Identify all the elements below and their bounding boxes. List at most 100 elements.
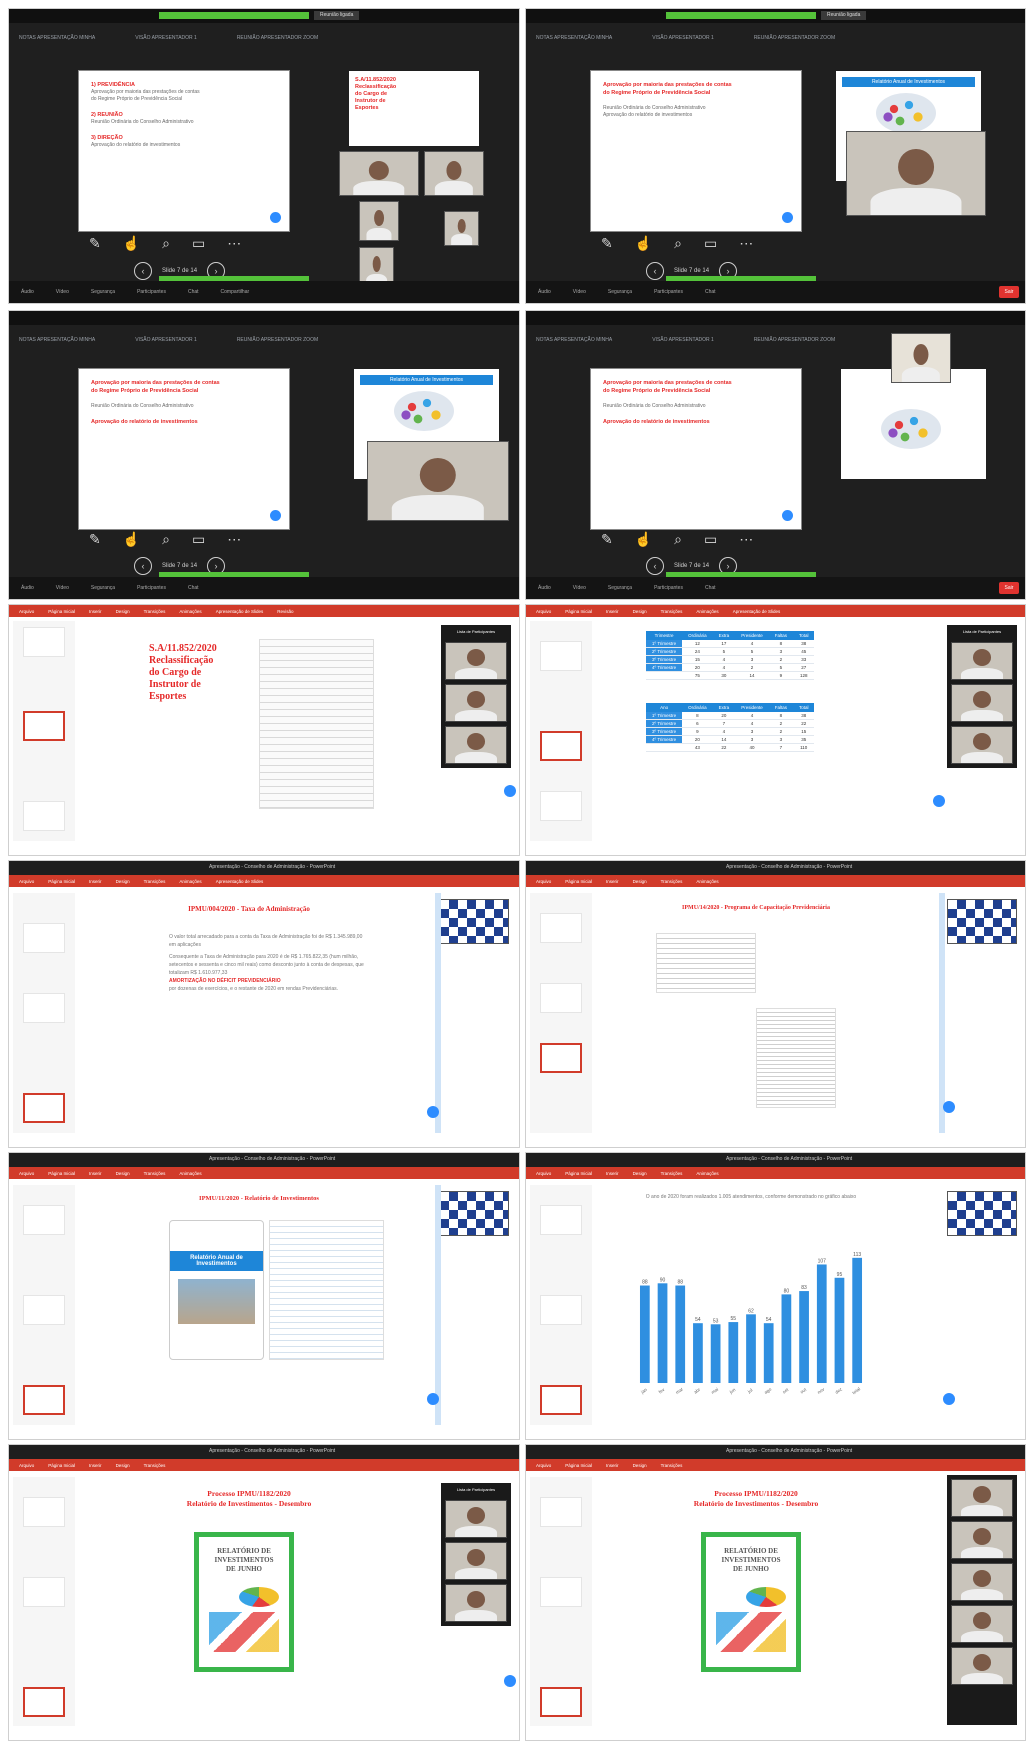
ribbon-insert[interactable]: Inserir [606,879,619,884]
toolbar-audio[interactable]: Áudio [538,289,551,295]
slide-thumb-selected[interactable] [540,1687,582,1717]
slide-thumb-selected[interactable] [540,1043,582,1073]
toolbar-chat[interactable]: Chat [705,585,716,591]
slide-thumb[interactable] [23,627,65,657]
pointer-icon[interactable]: ☝ [635,235,652,252]
ribbon-insert[interactable]: Inserir [606,1463,619,1468]
screen-icon[interactable]: ▭ [192,531,205,548]
slide-thumb[interactable] [23,993,65,1023]
ribbon-transitions[interactable]: Transições [661,1463,683,1468]
toolbar-video[interactable]: Vídeo [56,585,69,591]
ribbon-home[interactable]: Página Inicial [48,609,75,614]
toolbar-video[interactable]: Vídeo [56,289,69,295]
ribbon-transitions[interactable]: Transições [144,879,166,884]
participant-video[interactable] [445,684,507,722]
toolbar-video[interactable]: Vídeo [573,585,586,591]
ribbon-home[interactable]: Página Inicial [565,1171,592,1176]
ribbon-file[interactable]: Arquivo [19,879,34,884]
toolbar-chat[interactable]: Chat [188,289,199,295]
ribbon-file[interactable]: Arquivo [536,1171,551,1176]
tab-presenter-view[interactable]: VISÃO APRESENTADOR 1 [652,35,714,41]
slide-thumb[interactable] [540,1295,582,1325]
toolbar-security[interactable]: Segurança [608,585,632,591]
participant-video[interactable] [445,1500,507,1538]
toolbar-chat[interactable]: Chat [705,289,716,295]
toolbar-security[interactable]: Segurança [608,289,632,295]
ribbon-transitions[interactable]: Transições [144,609,166,614]
slide-thumb[interactable] [23,1295,65,1325]
tab-presenter-view[interactable]: VISÃO APRESENTADOR 1 [135,35,197,41]
toolbar-participants[interactable]: Participantes [654,289,683,295]
participant-video[interactable] [339,151,419,196]
pen-icon[interactable]: ✎ [601,235,613,252]
toolbar-participants[interactable]: Participantes [137,289,166,295]
ribbon-insert[interactable]: Inserir [606,1171,619,1176]
ribbon-design[interactable]: Design [633,1463,647,1468]
zoom-icon[interactable]: ⌕ [674,235,682,252]
screen-icon[interactable]: ▭ [704,235,717,252]
tab-presenter-view[interactable]: VISÃO APRESENTADOR 1 [135,337,197,343]
meeting-control-icon[interactable] [933,795,945,807]
presenter-video[interactable] [947,1191,1017,1236]
slide-thumb[interactable] [23,1497,65,1527]
tab-notes[interactable]: NOTAS APRESENTAÇÃO MINHA [536,337,612,343]
meeting-control-icon[interactable] [504,1675,516,1687]
ribbon-file[interactable]: Arquivo [536,879,551,884]
pointer-icon[interactable]: ☝ [123,531,140,548]
vertical-scrollbar[interactable] [939,893,945,1133]
prev-slide-icon[interactable]: ‹ [646,262,664,280]
toolbar-participants[interactable]: Participantes [654,585,683,591]
ribbon-animations[interactable]: Animações [179,879,201,884]
participant-video[interactable] [424,151,484,196]
slide-thumb[interactable] [540,1577,582,1607]
toolbar-share[interactable]: Compartilhar [221,289,250,295]
slide-thumb[interactable] [23,1577,65,1607]
ribbon-slideshow[interactable]: Apresentação de Slides [216,879,264,884]
pen-icon[interactable]: ✎ [601,531,613,548]
ribbon-design[interactable]: Design [116,879,130,884]
presenter-video[interactable] [439,1191,509,1236]
ribbon-home[interactable]: Página Inicial [565,1463,592,1468]
slide-thumb-selected[interactable] [540,1385,582,1415]
ribbon-animations[interactable]: Animações [179,609,201,614]
meeting-control-icon[interactable] [943,1393,955,1405]
participant-video[interactable] [359,201,399,241]
slide-action-icon[interactable] [782,212,793,223]
tab-notes[interactable]: NOTAS APRESENTAÇÃO MINHA [536,35,612,41]
slide-thumb[interactable] [540,641,582,671]
ribbon-insert[interactable]: Inserir [606,609,619,614]
vertical-scrollbar[interactable] [435,1185,441,1425]
slide-action-icon[interactable] [270,510,281,521]
participant-video[interactable] [951,1479,1013,1517]
ribbon-insert[interactable]: Inserir [89,1463,102,1468]
toolbar-security[interactable]: Segurança [91,585,115,591]
next-slide-thumb[interactable]: S.A/11.852/2020 Reclassificação do Cargo… [349,71,479,146]
slide-thumb-selected[interactable] [23,711,65,741]
toolbar-video[interactable]: Vídeo [573,289,586,295]
ribbon-slideshow[interactable]: Apresentação de Slides [733,609,781,614]
next-slide-thumb[interactable] [841,369,986,479]
ribbon-design[interactable]: Design [116,1463,130,1468]
participant-video[interactable] [951,684,1013,722]
slide-thumb-selected[interactable] [540,731,582,761]
ribbon-animations[interactable]: Animações [179,1171,201,1176]
ribbon-file[interactable]: Arquivo [19,609,34,614]
slide-thumb-selected[interactable] [23,1385,65,1415]
prev-slide-icon[interactable]: ‹ [646,557,664,575]
ribbon-insert[interactable]: Inserir [89,609,102,614]
participant-video[interactable] [445,1542,507,1580]
participant-video[interactable] [445,642,507,680]
ribbon-insert[interactable]: Inserir [89,879,102,884]
more-icon[interactable]: ⋯ [739,235,753,252]
slide-action-icon[interactable] [782,510,793,521]
ribbon-transitions[interactable]: Transições [144,1463,166,1468]
presenter-video[interactable] [947,899,1017,944]
slide-thumb[interactable] [540,983,582,1013]
ribbon-file[interactable]: Arquivo [536,1463,551,1468]
more-icon[interactable]: ⋯ [739,531,753,548]
slide-action-icon[interactable] [270,212,281,223]
ribbon-review[interactable]: Revisão [277,609,293,614]
more-icon[interactable]: ⋯ [227,531,241,548]
meeting-control-icon[interactable] [943,1101,955,1113]
toolbar-chat[interactable]: Chat [188,585,199,591]
